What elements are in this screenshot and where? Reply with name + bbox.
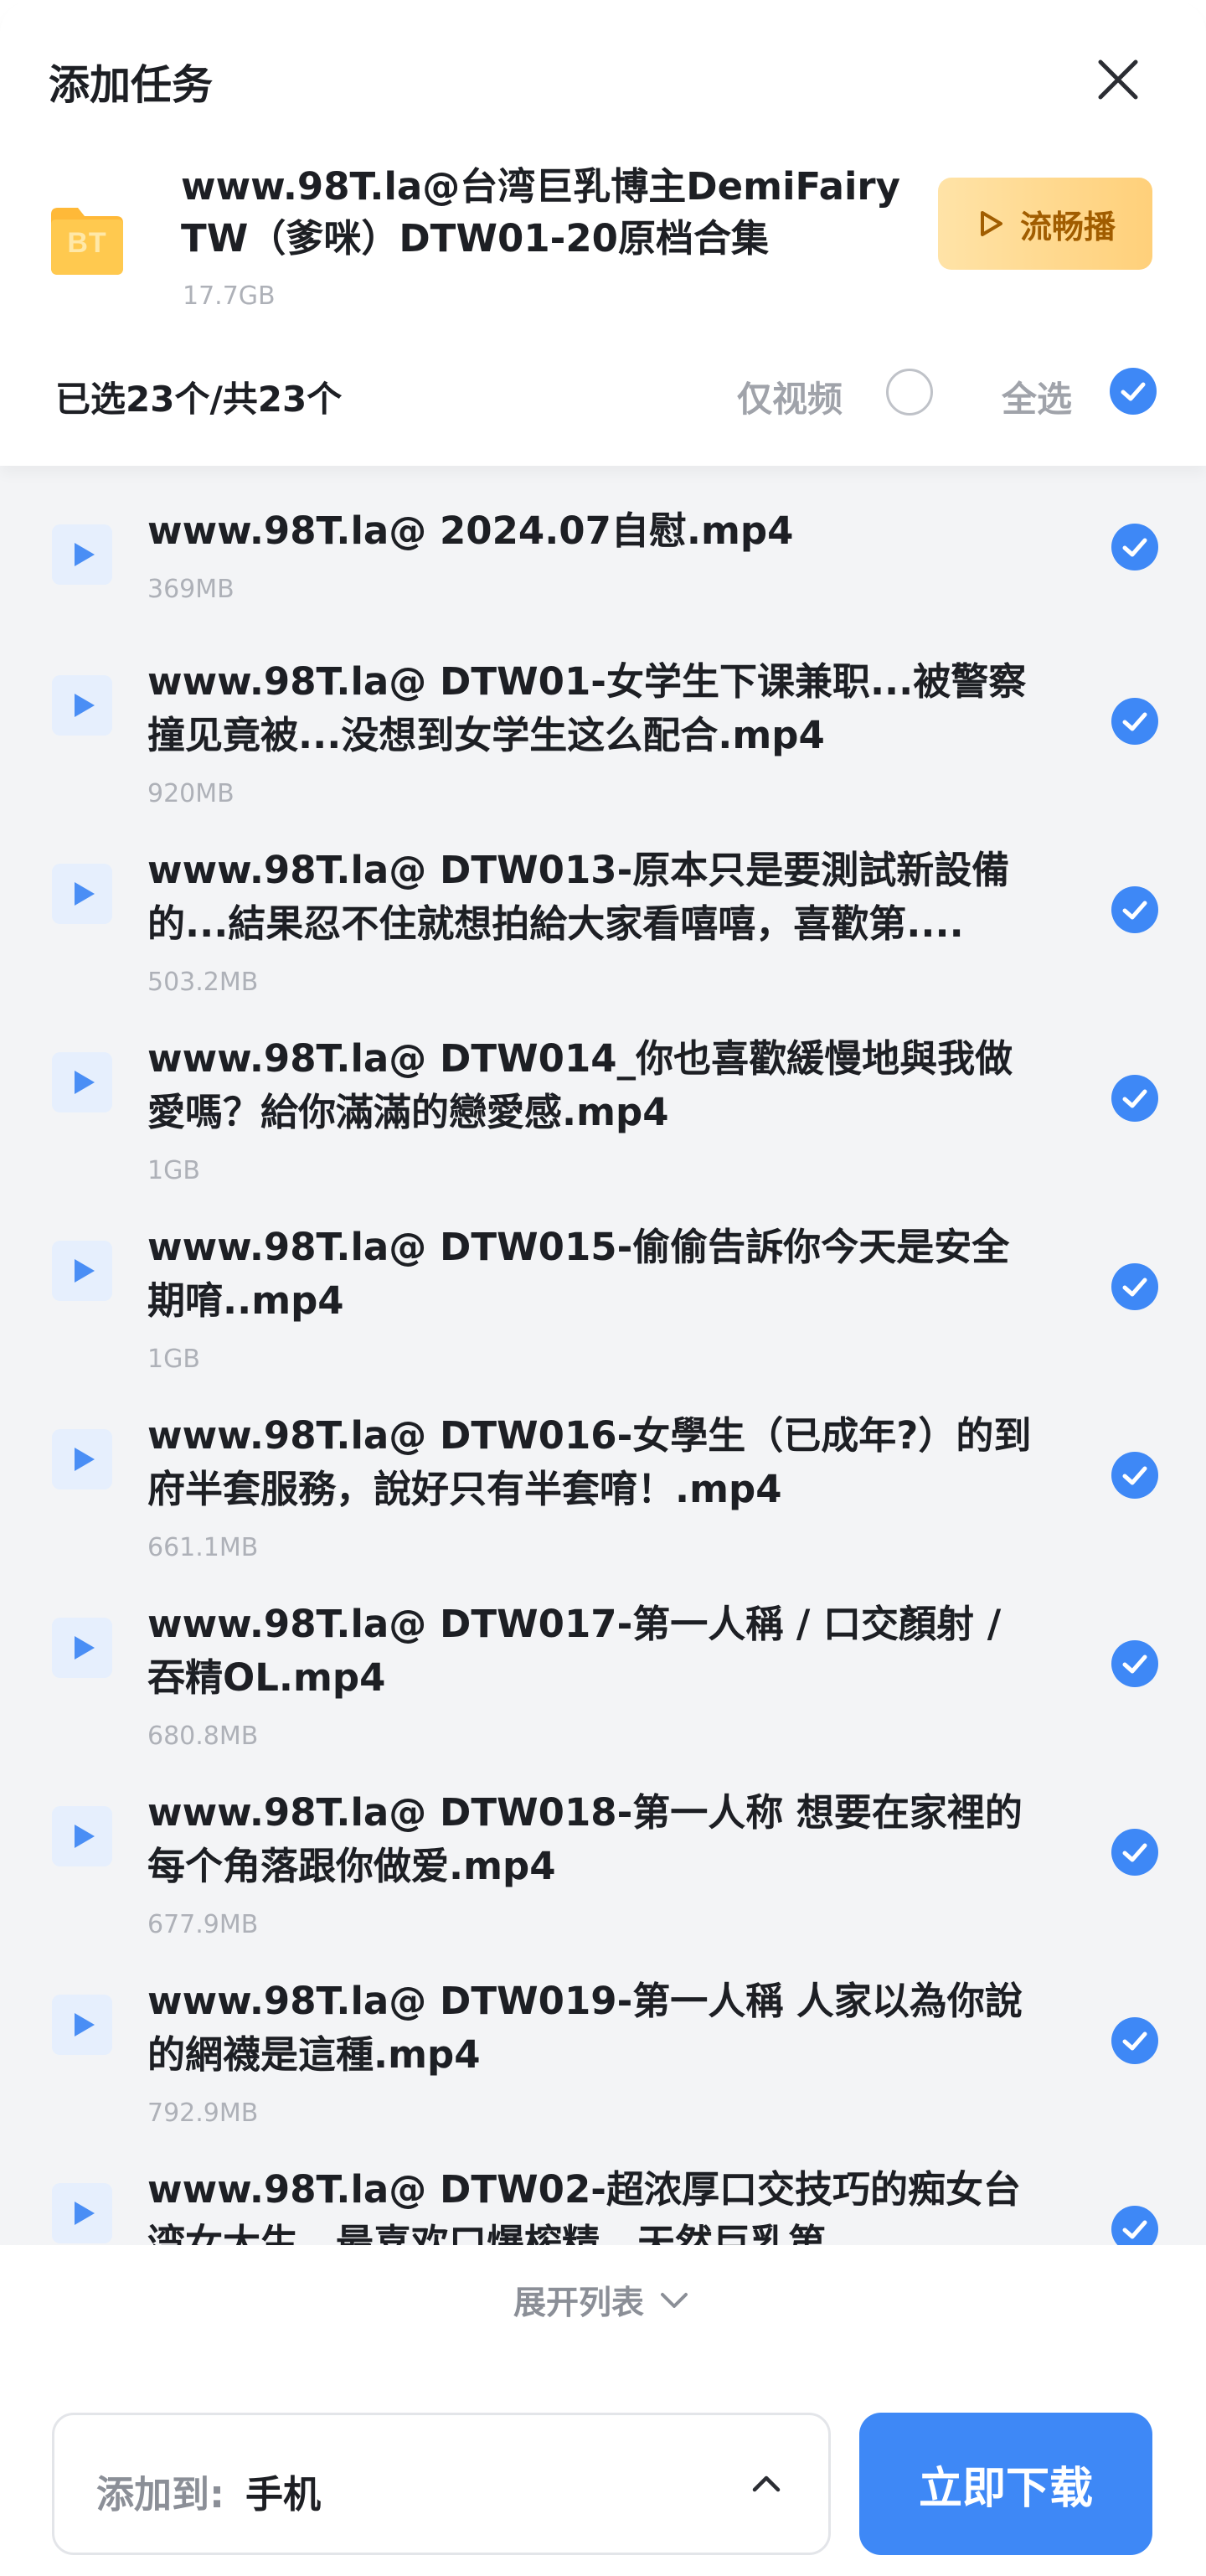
dialog-header: 添加任务 BT www.98T.la@台湾巨乳博主DemiFairy TW（爹咪…	[0, 0, 1206, 466]
file-name: www.98T.la@ DTW016-女學生（已成年?）的到府半套服務，說好只有…	[147, 1413, 1032, 1511]
select-all-checkbox[interactable]	[1109, 367, 1157, 416]
file-size: 369MB	[147, 575, 234, 604]
file-size: 661.1MB	[147, 1533, 259, 1562]
video-file-icon	[52, 675, 112, 736]
list-item[interactable]: www.98T.la@ DTW018-第一人称 想要在家裡的每个角落跟你做爱.m…	[0, 1786, 1206, 1975]
selection-summary: 已选23个/共23个	[55, 379, 343, 420]
check-circle-icon	[1111, 1640, 1158, 1687]
list-item[interactable]: www.98T.la@ DTW015-偷偷告訴你今天是安全期唷..mp4 1GB	[0, 1221, 1206, 1410]
close-icon	[1098, 59, 1138, 100]
dialog-title: 添加任务	[49, 61, 214, 109]
check-circle-icon	[1111, 1452, 1158, 1499]
check-circle-icon	[1110, 368, 1157, 415]
task-size: 17.7GB	[183, 281, 276, 311]
file-size: 677.9MB	[147, 1910, 259, 1939]
file-checkbox[interactable]	[1111, 523, 1159, 571]
file-size: 792.9MB	[147, 2098, 259, 2128]
check-circle-icon	[1111, 886, 1158, 933]
footer-bar: 添加到: 手机 立即下载	[0, 2361, 1206, 2576]
destination-prefix: 添加到:	[96, 2472, 224, 2517]
list-item[interactable]: www.98T.la@ DTW01-女学生下课兼职...被警察撞见竟被...没想…	[0, 655, 1206, 844]
file-checkbox[interactable]	[1111, 1828, 1159, 1877]
check-circle-icon	[1111, 698, 1158, 745]
video-file-icon	[52, 1241, 112, 1301]
bt-icon-label: BT	[67, 226, 107, 259]
file-name: www.98T.la@ 2024.07自慰.mp4	[147, 508, 794, 553]
video-file-icon	[52, 1806, 112, 1866]
file-checkbox[interactable]	[1111, 697, 1159, 746]
smooth-play-button[interactable]: 流畅播	[938, 178, 1152, 270]
file-size: 920MB	[147, 779, 234, 808]
destination-value: 手机	[245, 2472, 322, 2517]
expand-list-button[interactable]: 展开列表	[0, 2275, 1206, 2326]
close-button[interactable]	[1089, 50, 1147, 109]
file-checkbox[interactable]	[1111, 1639, 1159, 1688]
file-list[interactable]: www.98T.la@ 2024.07自慰.mp4 369MB www.98T.…	[0, 466, 1206, 2245]
file-checkbox[interactable]	[1111, 2016, 1159, 2065]
video-file-icon	[52, 1618, 112, 1678]
video-only-label[interactable]: 仅视频	[737, 371, 843, 422]
select-all-label[interactable]: 全选	[1002, 371, 1072, 422]
file-checkbox[interactable]	[1111, 2205, 1159, 2245]
check-circle-icon	[1111, 524, 1158, 570]
video-file-icon	[52, 2183, 112, 2243]
video-file-icon	[52, 1429, 112, 1489]
video-only-radio[interactable]	[886, 369, 933, 416]
video-file-icon	[52, 524, 112, 585]
chevron-down-icon	[656, 2282, 693, 2319]
list-item[interactable]: www.98T.la@ DTW016-女學生（已成年?）的到府半套服務，說好只有…	[0, 1409, 1206, 1598]
expand-list-label: 展开列表	[513, 2284, 644, 2322]
file-name: www.98T.la@ DTW015-偷偷告訴你今天是安全期唷..mp4	[147, 1225, 1010, 1323]
file-name: www.98T.la@ DTW017-第一人稱 / 口交顏射 / 吞精OL.mp…	[147, 1602, 1002, 1700]
file-size: 1GB	[147, 1156, 200, 1185]
bt-file-icon: BT	[46, 196, 128, 278]
file-size: 503.2MB	[147, 968, 259, 997]
play-icon	[975, 208, 1007, 240]
list-item[interactable]: www.98T.la@ DTW02-超浓厚口交技巧的痴女台湾女大生，最喜欢口爆榨…	[0, 2163, 1206, 2245]
smooth-play-label: 流畅播	[1019, 208, 1116, 245]
file-checkbox[interactable]	[1111, 1262, 1159, 1311]
file-name: www.98T.la@ DTW02-超浓厚口交技巧的痴女台湾女大生，最喜欢口爆榨…	[147, 2167, 1021, 2245]
chevron-up-icon	[745, 2462, 788, 2506]
list-item[interactable]: www.98T.la@ DTW014_你也喜歡緩慢地與我做愛嗎？給你滿滿的戀愛感…	[0, 1032, 1206, 1221]
file-checkbox[interactable]	[1111, 885, 1159, 934]
check-circle-icon	[1111, 2017, 1158, 2064]
file-name: www.98T.la@ DTW01-女学生下课兼职...被警察撞见竟被...没想…	[147, 659, 1027, 757]
file-checkbox[interactable]	[1111, 1451, 1159, 1500]
file-name: www.98T.la@ DTW019-第一人稱 人家以為你說的網襪是這種.mp4	[147, 1979, 1023, 2077]
video-file-icon	[52, 1995, 112, 2055]
file-size: 1GB	[147, 1345, 200, 1374]
check-circle-icon	[1111, 2206, 1158, 2245]
video-file-icon	[52, 864, 112, 924]
list-item[interactable]: www.98T.la@ DTW019-第一人稱 人家以為你說的網襪是這種.mp4…	[0, 1975, 1206, 2164]
file-size: 680.8MB	[147, 1722, 259, 1751]
list-item[interactable]: www.98T.la@ DTW013-原本只是要測試新設備的...結果忍不住就想…	[0, 844, 1206, 1033]
task-name: www.98T.la@台湾巨乳博主DemiFairy TW（爹咪）DTW01-2…	[181, 164, 900, 261]
destination-selector[interactable]: 添加到: 手机	[52, 2413, 831, 2555]
file-checkbox[interactable]	[1111, 1074, 1159, 1123]
download-now-button[interactable]: 立即下载	[859, 2413, 1152, 2555]
check-circle-icon	[1111, 1263, 1158, 1310]
check-circle-icon	[1111, 1075, 1158, 1122]
file-name: www.98T.la@ DTW013-原本只是要測試新設備的...結果忍不住就想…	[147, 848, 1010, 946]
check-circle-icon	[1111, 1829, 1158, 1876]
file-name: www.98T.la@ DTW014_你也喜歡緩慢地與我做愛嗎？給你滿滿的戀愛感…	[147, 1036, 1013, 1134]
video-file-icon	[52, 1052, 112, 1112]
file-name: www.98T.la@ DTW018-第一人称 想要在家裡的每个角落跟你做爱.m…	[147, 1790, 1023, 1888]
list-item[interactable]: www.98T.la@ DTW017-第一人稱 / 口交顏射 / 吞精OL.mp…	[0, 1598, 1206, 1787]
